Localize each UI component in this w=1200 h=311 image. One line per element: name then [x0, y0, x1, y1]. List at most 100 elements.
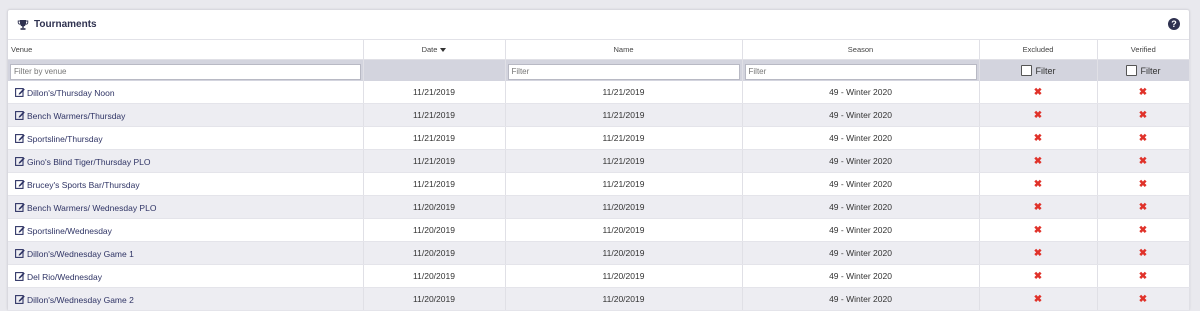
- excluded-x-icon: ✖: [1033, 270, 1043, 282]
- excluded-cell: ✖: [979, 241, 1098, 265]
- verified-cell: ✖: [1097, 264, 1190, 288]
- date-cell: 11/20/2019: [363, 241, 506, 265]
- table-row: Dillon's/Wednesday Game 2 11/20/2019 11/20…: [8, 287, 1190, 311]
- verified-x-icon: ✖: [1138, 224, 1148, 236]
- column-header-verified[interactable]: Verified: [1097, 40, 1189, 60]
- venue-link[interactable]: Del Rio/Wednesday: [27, 272, 102, 282]
- excluded-filter-label: Filter: [1035, 65, 1056, 76]
- verified-cell: ✖: [1097, 218, 1190, 242]
- edit-icon[interactable]: [15, 156, 25, 166]
- date-cell: 11/21/2019: [363, 126, 506, 150]
- edit-icon[interactable]: [15, 179, 25, 189]
- column-header-date[interactable]: Date: [363, 40, 506, 60]
- venue-cell[interactable]: Brucey's Sports Bar/Thursday: [8, 172, 364, 196]
- season-cell: 49 - Winter 2020: [742, 81, 980, 104]
- verified-cell: ✖: [1097, 195, 1190, 219]
- venue-link[interactable]: Bench Warmers/Thursday: [27, 111, 125, 121]
- venue-cell[interactable]: Sportsline/Thursday: [8, 126, 364, 150]
- venue-cell[interactable]: Gino's Blind Tiger/Thursday PLO: [8, 149, 364, 173]
- excluded-cell: ✖: [979, 287, 1098, 311]
- column-header-excluded[interactable]: Excluded: [979, 40, 1098, 60]
- verified-x-icon: ✖: [1138, 109, 1148, 121]
- season-cell: 49 - Winter 2020: [742, 264, 980, 288]
- season-cell: 49 - Winter 2020: [742, 172, 980, 196]
- column-header-name[interactable]: Name: [505, 40, 743, 60]
- name-filter-input[interactable]: [507, 63, 740, 80]
- venue-cell[interactable]: Bench Warmers/Thursday: [8, 103, 364, 127]
- filter-row: Filter Filter: [8, 59, 1190, 81]
- date-filter-cell: [363, 59, 506, 81]
- column-header-venue[interactable]: Venue: [8, 40, 364, 60]
- verified-cell: ✖: [1097, 172, 1190, 196]
- excluded-cell: ✖: [979, 195, 1098, 219]
- excluded-filter-checkbox[interactable]: [1020, 65, 1032, 76]
- name-cell: 11/21/2019: [505, 126, 743, 150]
- excluded-x-icon: ✖: [1033, 178, 1043, 190]
- edit-icon[interactable]: [15, 87, 25, 97]
- venue-link[interactable]: Dillon's/Wednesday Game 1: [27, 249, 134, 259]
- verified-filter-label: Filter: [1140, 65, 1161, 76]
- panel-header: Tournaments ?: [8, 10, 1189, 40]
- edit-icon[interactable]: [15, 110, 25, 120]
- venue-cell[interactable]: Bench Warmers/ Wednesday PLO: [8, 195, 364, 219]
- venue-link[interactable]: Brucey's Sports Bar/Thursday: [27, 180, 140, 190]
- panel-title: Tournaments: [34, 19, 97, 30]
- venue-cell[interactable]: Sportsline/Wednesday: [8, 218, 364, 242]
- verified-filter-toggle[interactable]: Filter: [1100, 65, 1187, 76]
- table-row: Sportsline/Wednesday 11/20/2019 11/20/2019…: [8, 218, 1190, 242]
- edit-icon[interactable]: [15, 133, 25, 143]
- name-cell: 11/20/2019: [505, 241, 743, 265]
- excluded-cell: ✖: [979, 126, 1098, 150]
- excluded-x-icon: ✖: [1033, 224, 1043, 236]
- verified-x-icon: ✖: [1138, 86, 1148, 98]
- verified-cell: ✖: [1097, 149, 1190, 173]
- venue-filter-input[interactable]: [10, 63, 361, 80]
- venue-link[interactable]: Gino's Blind Tiger/Thursday PLO: [27, 157, 151, 167]
- edit-icon[interactable]: [15, 271, 25, 281]
- date-cell: 11/20/2019: [363, 264, 506, 288]
- verified-cell: ✖: [1097, 241, 1190, 265]
- verified-x-icon: ✖: [1138, 155, 1148, 167]
- venue-link[interactable]: Bench Warmers/ Wednesday PLO: [27, 203, 156, 213]
- date-cell: 11/20/2019: [363, 218, 506, 242]
- venue-link[interactable]: Sportsline/Thursday: [27, 134, 103, 144]
- table-body: Dillon's/Thursday Noon 11/21/2019 11/21/20…: [8, 81, 1190, 311]
- verified-cell: ✖: [1097, 287, 1190, 311]
- venue-cell[interactable]: Dillon's/Wednesday Game 2: [8, 287, 364, 311]
- excluded-cell: ✖: [979, 172, 1098, 196]
- edit-icon[interactable]: [15, 225, 25, 235]
- name-cell: 11/21/2019: [505, 81, 743, 104]
- verified-filter-checkbox[interactable]: [1125, 65, 1137, 76]
- date-cell: 11/20/2019: [363, 287, 506, 311]
- date-cell: 11/21/2019: [363, 103, 506, 127]
- season-cell: 49 - Winter 2020: [742, 218, 980, 242]
- verified-x-icon: ✖: [1138, 132, 1148, 144]
- help-icon[interactable]: ?: [1168, 18, 1180, 30]
- name-cell: 11/20/2019: [505, 264, 743, 288]
- excluded-filter-toggle[interactable]: Filter: [982, 65, 1095, 76]
- excluded-cell: ✖: [979, 103, 1098, 127]
- venue-cell[interactable]: Dillon's/Thursday Noon: [8, 81, 364, 104]
- verified-x-icon: ✖: [1138, 178, 1148, 190]
- name-cell: 11/21/2019: [505, 172, 743, 196]
- name-cell: 11/20/2019: [505, 218, 743, 242]
- excluded-cell: ✖: [979, 218, 1098, 242]
- season-filter-input[interactable]: [744, 63, 977, 80]
- venue-link[interactable]: Dillon's/Thursday Noon: [27, 88, 115, 98]
- excluded-x-icon: ✖: [1033, 109, 1043, 121]
- name-cell: 11/21/2019: [505, 149, 743, 173]
- venue-link[interactable]: Sportsline/Wednesday: [27, 226, 112, 236]
- header-row: Venue Date Name Season Excluded Verified: [8, 40, 1189, 60]
- excluded-x-icon: ✖: [1033, 86, 1043, 98]
- verified-cell: ✖: [1097, 103, 1190, 127]
- venue-cell[interactable]: Dillon's/Wednesday Game 1: [8, 241, 364, 265]
- verified-cell: ✖: [1097, 126, 1190, 150]
- tournaments-panel: Tournaments ? Venue Date Name Season Exc…: [7, 9, 1190, 311]
- season-cell: 49 - Winter 2020: [742, 195, 980, 219]
- edit-icon[interactable]: [15, 248, 25, 258]
- edit-icon[interactable]: [15, 202, 25, 212]
- excluded-x-icon: ✖: [1033, 201, 1043, 213]
- column-header-season[interactable]: Season: [742, 40, 980, 60]
- edit-icon[interactable]: [15, 294, 25, 304]
- venue-cell[interactable]: Del Rio/Wednesday: [8, 264, 364, 288]
